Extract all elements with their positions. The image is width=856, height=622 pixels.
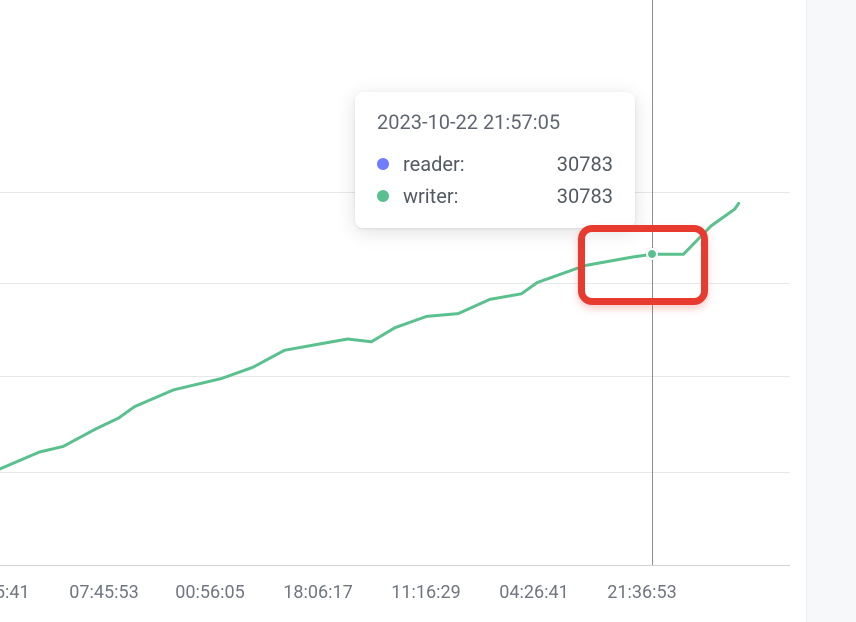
x-tick-label: 07:45:53 (69, 582, 138, 603)
x-tick-labels: 4:35:41 07:45:53 00:56:05 18:06:17 11:16:29 0… (0, 582, 790, 612)
x-axis-line (0, 565, 790, 566)
series-color-dot (377, 190, 389, 202)
tooltip-row: reader: 30783 (377, 148, 613, 180)
x-tick-label: 4:35:41 (0, 582, 30, 603)
tooltip-series-value: 30783 (497, 152, 613, 176)
x-tick-label: 00:56:05 (175, 582, 244, 603)
tooltip-row: writer: 30783 (377, 180, 613, 212)
x-tick-label: 11:16:29 (391, 582, 460, 603)
tooltip-timestamp: 2023-10-22 21:57:05 (377, 110, 613, 134)
side-gutter (806, 0, 856, 622)
chart-tooltip: 2023-10-22 21:57:05 reader: 30783 writer: 3… (355, 92, 635, 228)
x-tick-label: 18:06:17 (283, 582, 352, 603)
x-tick-label: 21:36:53 (607, 582, 676, 603)
annotation-highlight-box (578, 225, 708, 305)
tooltip-series-value: 30783 (497, 184, 613, 208)
chart-area[interactable]: 4:35:41 07:45:53 00:56:05 18:06:17 11:16:29 0… (0, 0, 790, 622)
x-tick-label: 04:26:41 (499, 582, 568, 603)
tooltip-series-label: writer: (403, 184, 483, 208)
tooltip-series-label: reader: (403, 152, 483, 176)
series-color-dot (377, 158, 389, 170)
